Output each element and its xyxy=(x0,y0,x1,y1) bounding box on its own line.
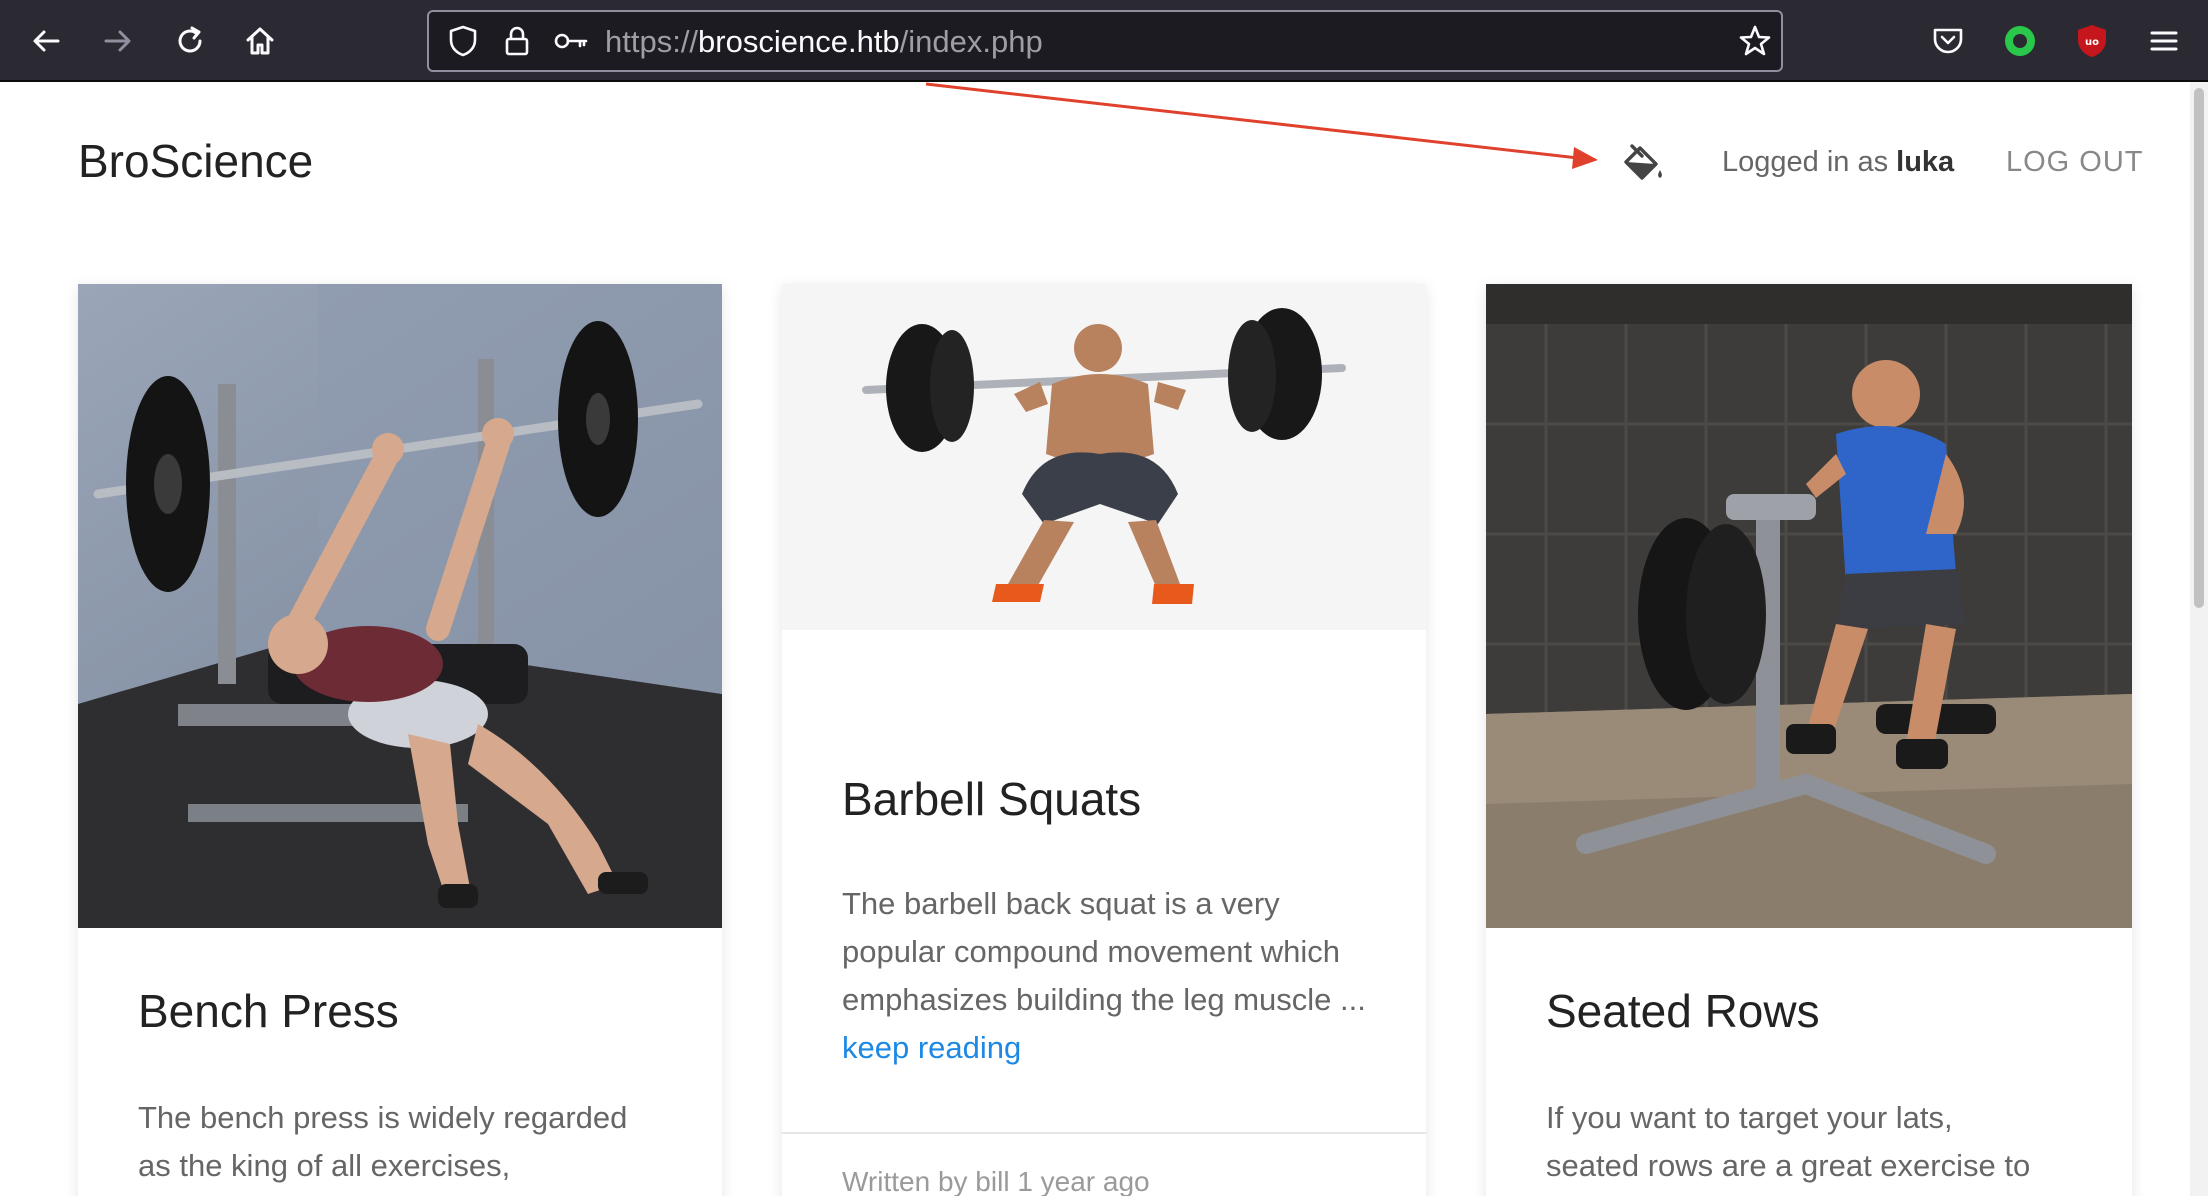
annotation-arrow xyxy=(925,82,1598,169)
